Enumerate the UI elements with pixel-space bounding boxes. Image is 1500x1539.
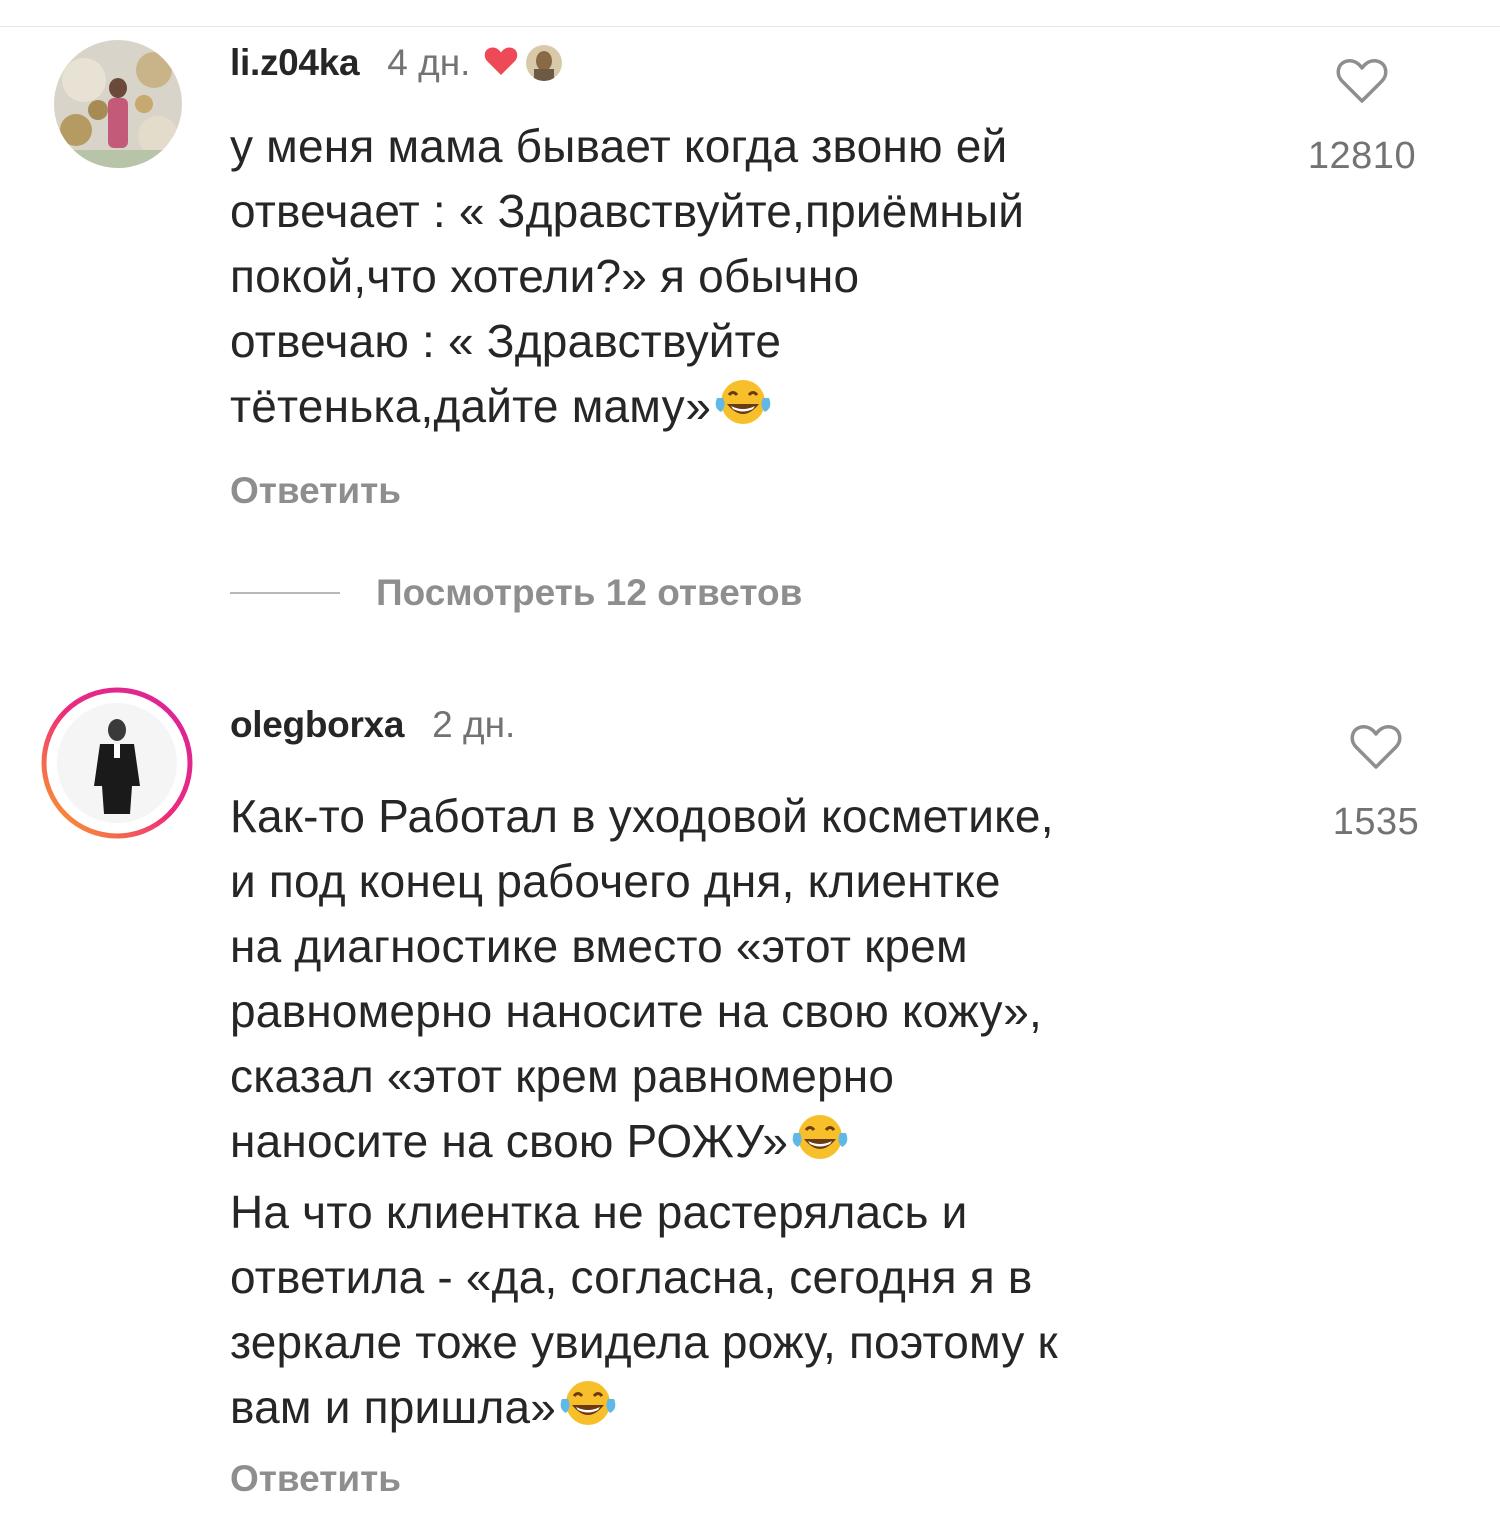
comment-body: Как-то Работал в уходовой косметике, и п…: [230, 790, 1054, 1167]
like-count: 12810: [1307, 135, 1417, 177]
comment-text: Как-то Работал в уходовой косметике, и п…: [230, 784, 1270, 1446]
laughing-tears-emoji: [790, 1111, 850, 1180]
comment-body-continued: На что клиентка не растерялась и ответил…: [230, 1186, 1058, 1433]
like-column: 12810: [1282, 58, 1442, 178]
author-avatar: [526, 45, 563, 81]
comment-text: у меня мама бывает когда звоню ей отвеча…: [230, 114, 1270, 445]
top-divider: [0, 26, 1500, 27]
comment-header: li.z04ka 4 дн.: [230, 38, 563, 88]
view-replies-dash: [230, 592, 340, 594]
username[interactable]: olegborxa: [230, 704, 404, 746]
red-heart-icon: [484, 46, 518, 81]
comment-time: 2 дн.: [432, 704, 516, 745]
view-replies-button[interactable]: Посмотреть 12 ответов: [230, 572, 802, 614]
avatar[interactable]: [54, 40, 182, 168]
comment-body: у меня мама бывает когда звоню ей отвеча…: [230, 120, 1025, 432]
laughing-tears-emoji: [558, 1377, 618, 1446]
like-count: 1535: [1332, 801, 1420, 843]
reply-button[interactable]: Ответить: [230, 1458, 401, 1500]
comment-time: 4 дн.: [387, 42, 471, 83]
like-column: 1535: [1296, 724, 1456, 844]
heart-outline-icon[interactable]: [1296, 724, 1456, 775]
view-replies-label: Посмотреть 12 ответов: [376, 572, 803, 613]
story-ring-avatar[interactable]: [40, 686, 194, 840]
heart-outline-icon[interactable]: [1282, 58, 1442, 109]
username[interactable]: li.z04ka: [230, 42, 360, 84]
reply-button[interactable]: Ответить: [230, 470, 401, 512]
comment-header: olegborxa 2 дн.: [230, 700, 515, 750]
laughing-tears-emoji: [713, 376, 773, 445]
